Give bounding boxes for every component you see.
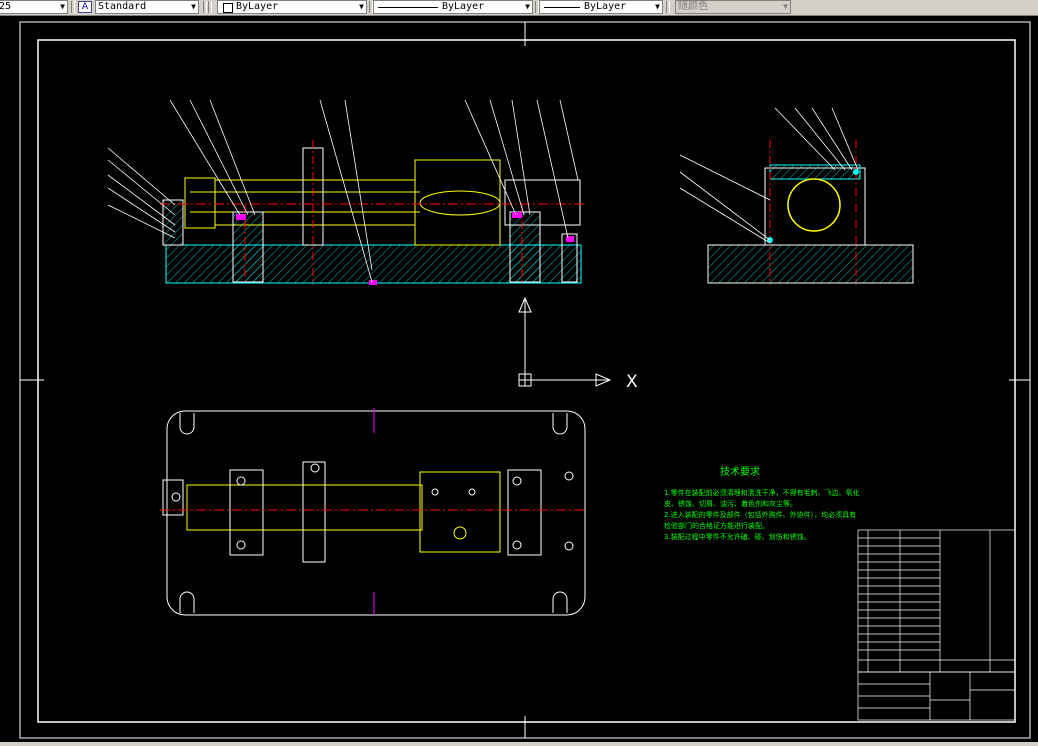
text-style-combo[interactable]: Standard ▼	[95, 0, 199, 14]
layer-color-swatch-icon	[223, 3, 233, 13]
toolbar-separator	[203, 1, 207, 13]
corner-slot	[552, 591, 568, 613]
color-value: ByLayer	[236, 1, 279, 12]
lineweight-combo[interactable]: ByLayer ▼	[539, 0, 663, 14]
dropdown-arrow-icon[interactable]: ▼	[655, 1, 660, 13]
plot-style-value: 随颜色	[678, 1, 708, 12]
block-hole	[453, 526, 467, 540]
toolbar-separator	[71, 1, 75, 13]
sliding-block	[414, 159, 501, 246]
parts-list	[857, 529, 1016, 673]
toolbar-separator	[208, 1, 212, 13]
top-view	[160, 408, 586, 616]
tech-requirement-line: 检验部门的合格证方能进行装配。	[664, 521, 769, 530]
color-combo[interactable]: ByLayer ▼	[217, 0, 367, 14]
command-line[interactable]	[0, 742, 1038, 746]
title-block	[857, 671, 1016, 721]
dropdown-arrow-icon[interactable]: ▼	[359, 1, 364, 13]
top-clamp	[302, 461, 326, 563]
bolt-marker	[369, 280, 377, 285]
top-sliding-block	[419, 471, 501, 553]
bolt-marker	[512, 212, 522, 218]
left-support	[232, 211, 264, 283]
drawing-frame	[37, 39, 1016, 723]
oval-slot	[419, 190, 501, 216]
lineweight-preview-icon	[544, 7, 580, 8]
side-base	[707, 244, 914, 284]
tech-requirement-line: 3.装配过程中零件不允许磕、碰、划伤和锈蚀。	[664, 532, 811, 541]
bolt-marker	[236, 214, 246, 220]
plot-style-combo: 随颜色 ▼	[675, 0, 791, 14]
tech-requirement-line: 皮、锈蚀、切屑、油污、着色剂和灰尘等。	[664, 499, 797, 508]
corner-slot	[179, 591, 195, 613]
dropdown-arrow-icon[interactable]: ▼	[60, 1, 65, 13]
ucs-icon	[518, 296, 612, 387]
linetype-combo[interactable]: ByLayer ▼	[373, 0, 533, 14]
side-view	[679, 107, 914, 285]
corner-slot	[179, 413, 195, 435]
tech-requirement-line: 1.零件在装配前必须清理和清洗干净，不得有毛刺、飞边、氧化	[664, 488, 860, 497]
end-cap	[184, 177, 216, 229]
front-view	[107, 99, 585, 285]
shaft-circle	[787, 178, 841, 232]
scale-value: 25	[0, 1, 12, 12]
top-left-support	[229, 469, 264, 556]
right-support	[509, 211, 541, 283]
text-style-value: Standard	[98, 1, 147, 12]
text-style-icon[interactable]: A	[78, 1, 92, 13]
properties-toolbar: 25 ▼ A Standard ▼ ByLayer ▼ ByLayer ▼ By…	[0, 0, 1038, 16]
dropdown-arrow-icon: ▼	[783, 2, 788, 11]
tech-requirements-title: 技术要求	[720, 465, 760, 478]
ucs-x-label: X	[626, 372, 638, 392]
linetype-preview-icon	[378, 7, 438, 8]
linetype-value: ByLayer	[442, 1, 485, 12]
scale-combo[interactable]: 25 ▼	[0, 0, 68, 14]
corner-slot	[552, 413, 568, 435]
dropdown-arrow-icon[interactable]: ▼	[525, 1, 530, 13]
toolbar-separator	[666, 1, 670, 13]
bolt-holes	[171, 463, 574, 551]
bolt-marker	[566, 236, 574, 242]
drawing-canvas[interactable]: X 技术要求 1.零件在装配前必须清理和清洗干净，不得有毛刺、飞边、氧化 皮、锈…	[0, 15, 1038, 742]
left-bracket	[162, 199, 184, 246]
side-clamp-cap	[769, 164, 861, 180]
top-shaft	[186, 484, 423, 531]
dropdown-arrow-icon[interactable]: ▼	[191, 1, 196, 13]
tech-requirement-line: 2.进入装配的零件及部件（包括外购件、外协件），均必须具有	[664, 510, 856, 519]
lineweight-value: ByLayer	[584, 1, 627, 12]
